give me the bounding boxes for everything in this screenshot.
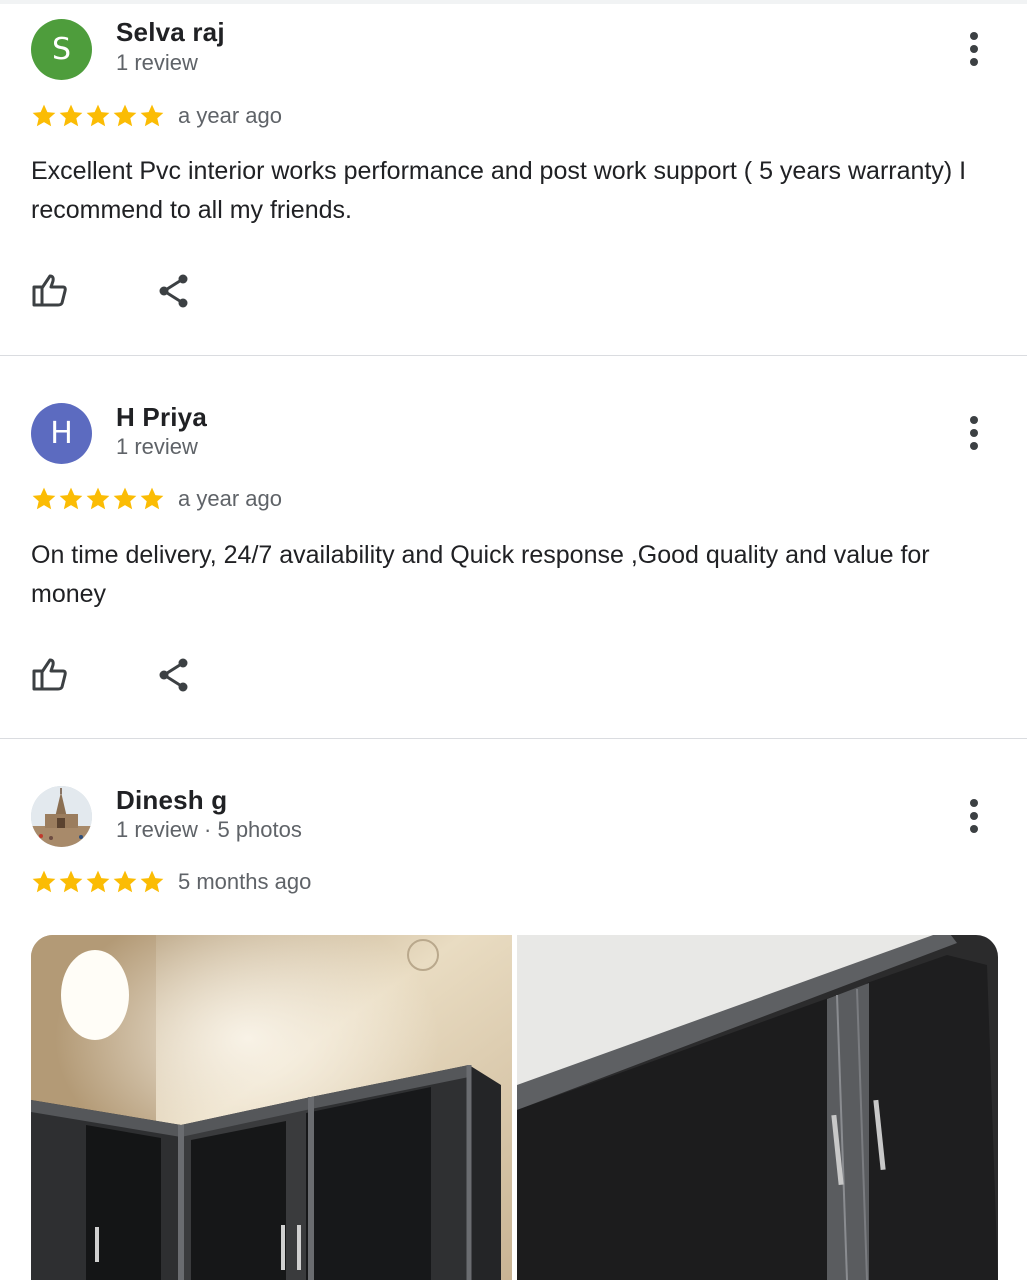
- reviewer-name[interactable]: Selva raj: [116, 17, 225, 48]
- review-text: On time delivery, 24/7 availability and …: [31, 541, 930, 608]
- review-photos: [31, 935, 998, 1280]
- share-button[interactable]: [155, 272, 193, 310]
- star-icon: [86, 104, 110, 127]
- photo-wardrobe-corner: [31, 935, 512, 1280]
- reviewer-name[interactable]: H Priya: [116, 402, 207, 433]
- avatar[interactable]: S: [31, 19, 92, 80]
- avatar-photo: [31, 786, 92, 847]
- star-rating: [31, 486, 165, 514]
- review-time: 5 months ago: [178, 869, 312, 894]
- thumb-up-icon: [32, 274, 67, 307]
- review-divider: [0, 355, 1027, 356]
- star-icon: [32, 104, 56, 127]
- review-divider: [0, 738, 1027, 739]
- star-icon: [59, 104, 83, 127]
- more-vert-icon: [970, 32, 978, 66]
- star-icon: [86, 487, 110, 510]
- reviewer-meta: 1 review · 5 photos: [116, 817, 302, 842]
- star-icon: [140, 104, 164, 127]
- share-icon: [159, 658, 188, 692]
- star-icon: [140, 487, 164, 510]
- more-options-button[interactable]: [958, 29, 990, 69]
- star-icon: [113, 487, 137, 510]
- reviewer-meta: 1 review: [116, 50, 198, 75]
- avatar[interactable]: [31, 786, 92, 847]
- star-icon: [32, 870, 56, 893]
- review-photo[interactable]: [517, 935, 998, 1280]
- avatar[interactable]: H: [31, 403, 92, 464]
- top-divider: [0, 0, 1027, 4]
- review-time: a year ago: [178, 103, 282, 128]
- reviewer-meta: 1 review: [116, 434, 198, 459]
- like-button[interactable]: [31, 272, 69, 310]
- review-time: a year ago: [178, 486, 282, 511]
- star-icon: [140, 870, 164, 893]
- thumb-up-icon: [32, 658, 67, 691]
- more-options-button[interactable]: [958, 413, 990, 453]
- star-icon: [59, 487, 83, 510]
- star-icon: [113, 104, 137, 127]
- share-icon: [159, 274, 188, 308]
- star-icon: [113, 870, 137, 893]
- more-vert-icon: [970, 416, 978, 450]
- avatar-letter: S: [51, 32, 72, 67]
- more-options-button[interactable]: [958, 796, 990, 836]
- photo-wardrobe-top: [517, 935, 998, 1280]
- more-vert-icon: [970, 799, 978, 833]
- star-icon: [86, 870, 110, 893]
- review-text: Excellent Pvc interior works performance…: [31, 157, 967, 224]
- avatar-letter: H: [50, 416, 73, 451]
- review-photo[interactable]: [31, 935, 512, 1280]
- share-button[interactable]: [155, 656, 193, 694]
- star-rating: [31, 869, 165, 897]
- star-rating: [31, 103, 165, 131]
- reviewer-name[interactable]: Dinesh g: [116, 785, 227, 816]
- like-button[interactable]: [31, 656, 69, 694]
- star-icon: [59, 870, 83, 893]
- star-icon: [32, 487, 56, 510]
